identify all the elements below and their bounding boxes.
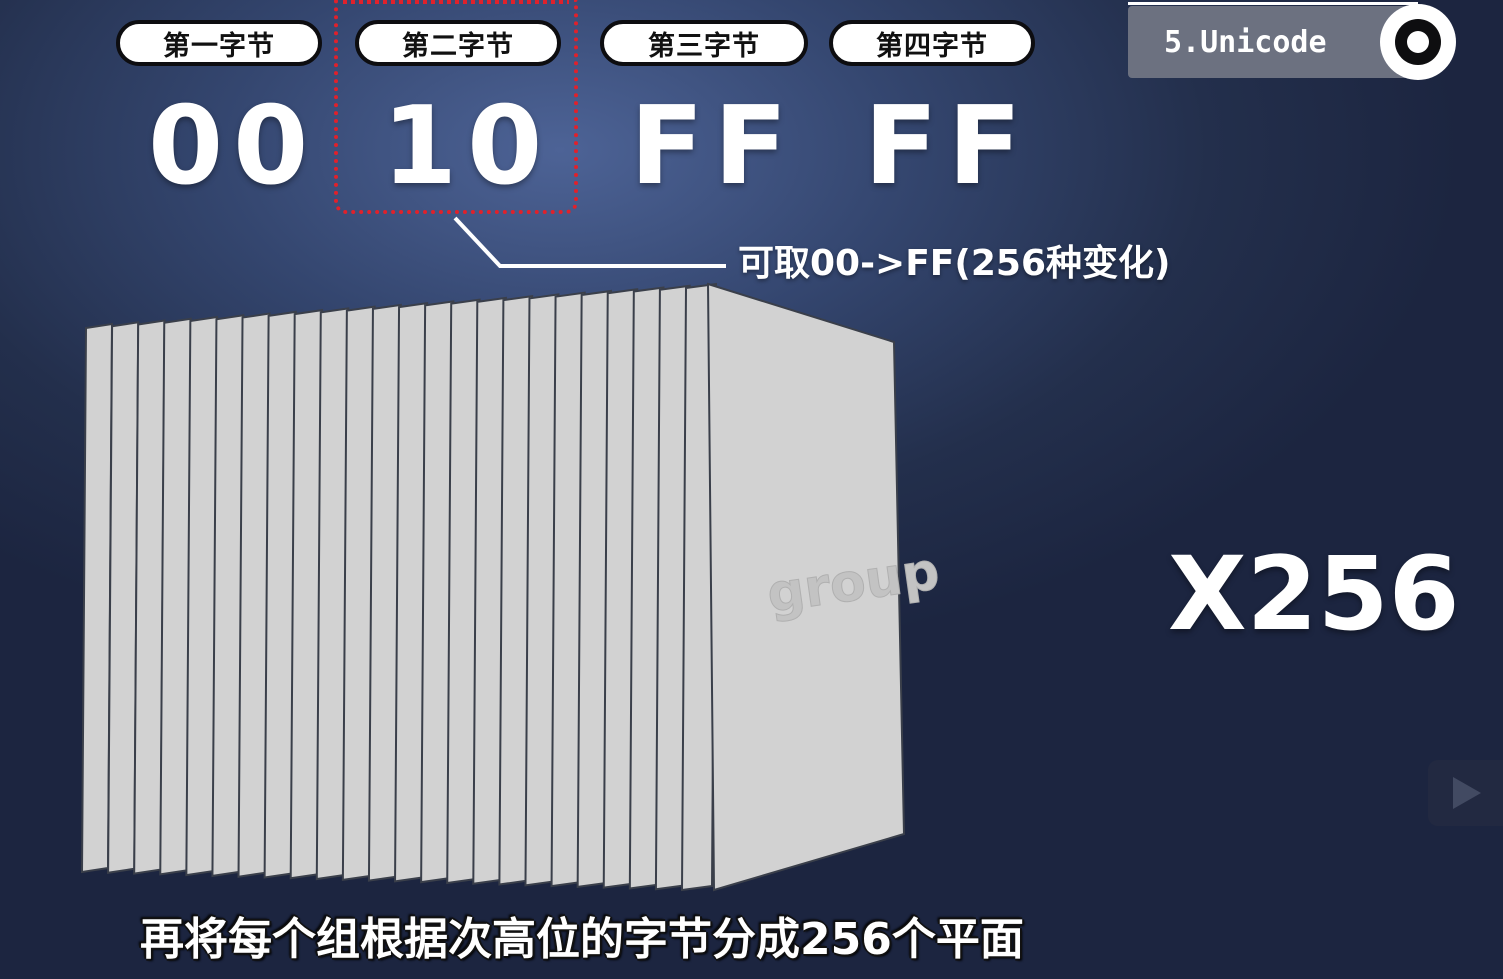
play-icon[interactable] [1428, 760, 1503, 826]
subtitle-caption: 再将每个组根据次高位的字节分成256个平面 [140, 914, 1024, 965]
plane-1 [80, 322, 114, 874]
plane-stack: group [80, 282, 943, 892]
multiplier-label: X256 [1168, 535, 1460, 654]
plane-2 [107, 321, 140, 874]
